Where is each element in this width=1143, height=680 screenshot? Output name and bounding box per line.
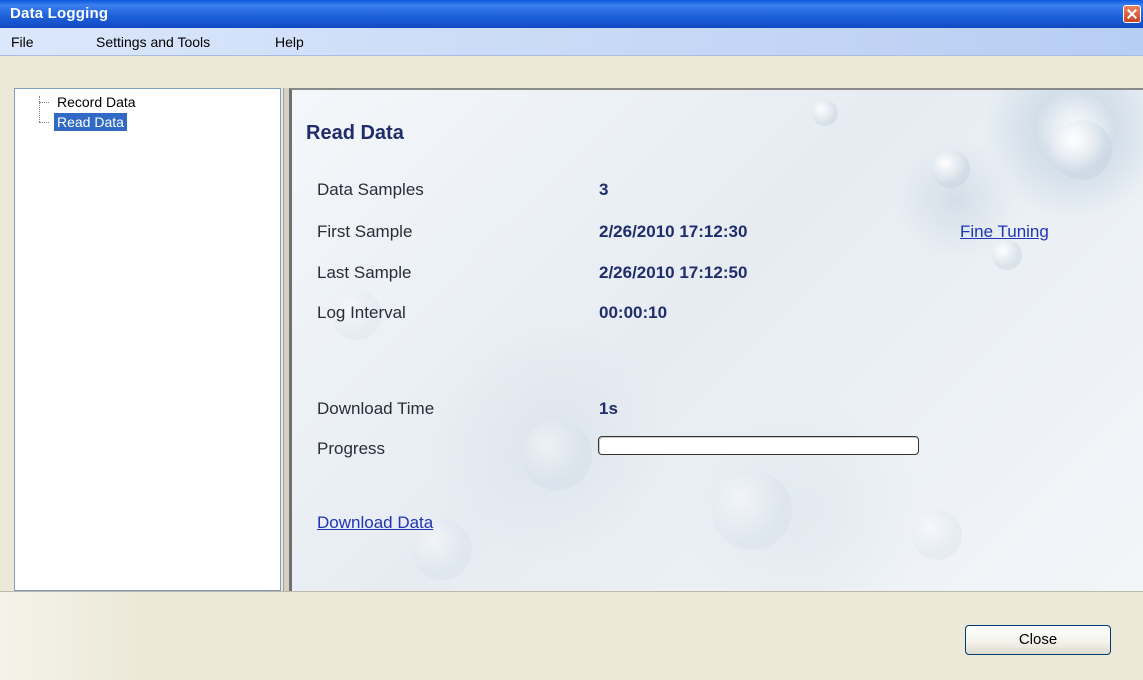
tree-connector (39, 122, 49, 123)
download-time-value: 1s (599, 399, 618, 418)
last-sample-value: 2/26/2010 17:12:50 (599, 263, 748, 282)
log-interval-value: 00:00:10 (599, 303, 668, 322)
last-sample-label: Last Sample (317, 263, 412, 282)
menu-settings-and-tools[interactable]: Settings and Tools (96, 34, 210, 50)
log-interval-label: Log Interval (317, 303, 406, 322)
tree-connector (39, 102, 49, 103)
data-samples-value: 3 (599, 180, 609, 199)
background-droplet (712, 470, 792, 550)
download-data-link[interactable]: Download Data (317, 513, 433, 533)
menu-file[interactable]: File (11, 34, 34, 50)
tree-item-read-data[interactable]: Read Data (54, 113, 127, 131)
title-bar: Data Logging (0, 0, 1143, 28)
first-sample-value: 2/26/2010 17:12:30 (599, 222, 748, 241)
menu-bar: File Settings and Tools Help (0, 28, 1143, 56)
navigation-tree: Record Data Read Data (14, 88, 281, 591)
menu-help[interactable]: Help (275, 34, 304, 50)
close-button[interactable]: Close (965, 625, 1111, 655)
progress-bar (598, 436, 919, 455)
fine-tuning-link[interactable]: Fine Tuning (960, 222, 1049, 242)
window-title: Data Logging (10, 5, 109, 22)
background-droplet (932, 150, 970, 188)
data-samples-label: Data Samples (317, 180, 424, 199)
download-time-label: Download Time (317, 399, 435, 418)
tree-item-record-data[interactable]: Record Data (54, 93, 139, 111)
window-close-icon[interactable] (1123, 5, 1141, 23)
background-droplet (912, 510, 962, 560)
background-droplet (992, 240, 1022, 270)
progress-label: Progress (317, 439, 386, 458)
tree-connector (39, 96, 40, 122)
background-droplet (1052, 120, 1112, 180)
read-data-panel: Read Data Data Samples 3 First Sample 2/… (289, 88, 1143, 591)
background-droplet (812, 100, 838, 126)
background-droplet (522, 420, 592, 490)
first-sample-label: First Sample (317, 222, 413, 241)
panel-heading: Read Data (306, 122, 404, 144)
